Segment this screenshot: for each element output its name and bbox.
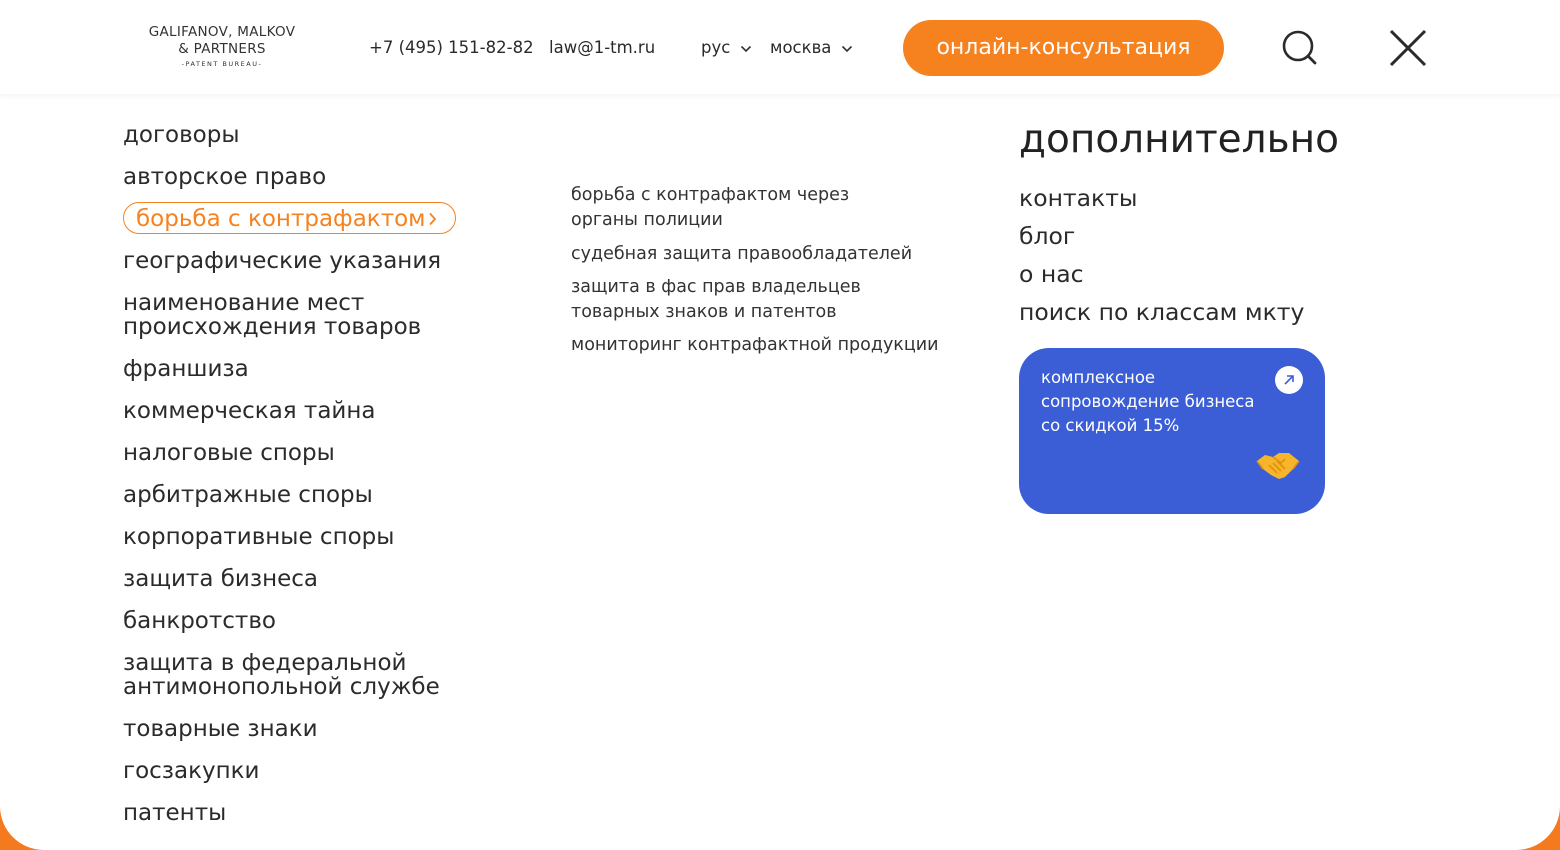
logo[interactable]: GALIFANOV, MALKOV & PARTNERS -PATENT BUR… bbox=[136, 24, 308, 69]
email-link[interactable]: law@1-tm.ru bbox=[549, 37, 655, 59]
arrow-up-right-icon bbox=[1275, 366, 1303, 394]
nav-item-patents[interactable]: патенты bbox=[123, 801, 226, 825]
extra-item-blog[interactable]: блог bbox=[1019, 222, 1075, 250]
online-consultation-button[interactable]: онлайн-консультация bbox=[903, 20, 1224, 76]
nav-item-label: борьба с контрафактом bbox=[136, 206, 426, 232]
submenu-item-court[interactable]: судебная защита правообладателей bbox=[571, 242, 951, 267]
submenu-item-monitoring[interactable]: мониторинг контрафактной продукции bbox=[571, 333, 951, 358]
chevron-right-icon bbox=[429, 212, 437, 226]
city-select[interactable]: москва bbox=[770, 37, 853, 59]
extra-item-mktu-search[interactable]: поиск по классам мкту bbox=[1019, 298, 1304, 326]
extra-title: дополнительно bbox=[1019, 117, 1339, 162]
nav-item-franchise[interactable]: франшиза bbox=[123, 357, 249, 381]
nav-item-copyright[interactable]: авторское право bbox=[123, 165, 326, 189]
chevron-down-icon bbox=[841, 45, 852, 52]
submenu-item-fas[interactable]: защита в фас прав владельцев товарных зн… bbox=[571, 275, 946, 325]
search-icon[interactable] bbox=[1281, 30, 1319, 72]
logo-line2: & PARTNERS bbox=[178, 41, 266, 57]
logo-line3: -PATENT BUREAU- bbox=[181, 60, 263, 68]
nav-item-arbitration[interactable]: арбитражные споры bbox=[123, 483, 373, 507]
nav-item-trademarks[interactable]: товарные знаки bbox=[123, 717, 318, 741]
site-header: GALIFANOV, MALKOV & PARTNERS -PATENT BUR… bbox=[0, 0, 1560, 94]
handshake-icon bbox=[1255, 447, 1301, 492]
nav-item-tax[interactable]: налоговые споры bbox=[123, 441, 335, 465]
close-icon[interactable] bbox=[1389, 29, 1427, 71]
nav-item-origin[interactable]: наименование мест происхождения товаров bbox=[123, 291, 443, 339]
nav-item-procurement[interactable]: госзакупки bbox=[123, 759, 260, 783]
nav-item-bankruptcy[interactable]: банкротство bbox=[123, 609, 276, 633]
city-value: москва bbox=[770, 38, 832, 57]
promo-card[interactable]: комплексное сопровождение бизнеса со ски… bbox=[1019, 348, 1325, 514]
nav-item-trade-secret[interactable]: коммерческая тайна bbox=[123, 399, 376, 423]
logo-line1: GALIFANOV, MALKOV bbox=[148, 24, 296, 40]
nav-item-antimonopoly[interactable]: защита в федеральной антимонопольной слу… bbox=[123, 651, 453, 699]
submenu-item-police[interactable]: борьба с контрафактом через органы полиц… bbox=[571, 183, 921, 233]
nav-item-contracts[interactable]: договоры bbox=[123, 123, 240, 147]
menu-panel: GALIFANOV, MALKOV & PARTNERS -PATENT BUR… bbox=[0, 0, 1560, 850]
nav-item-corporate[interactable]: корпоративные споры bbox=[123, 525, 394, 549]
nav-item-geographic[interactable]: географические указания bbox=[123, 249, 441, 273]
nav-item-counterfeit-active[interactable]: борьба с контрафактом bbox=[123, 202, 456, 234]
chevron-down-icon bbox=[740, 45, 751, 52]
extra-item-contacts[interactable]: контакты bbox=[1019, 184, 1137, 212]
language-select[interactable]: рус bbox=[701, 37, 752, 59]
extra-item-about[interactable]: о нас bbox=[1019, 260, 1084, 288]
nav-item-business-protection[interactable]: защита бизнеса bbox=[123, 567, 318, 591]
promo-text: комплексное сопровождение бизнеса со ски… bbox=[1041, 368, 1255, 435]
language-value: рус bbox=[701, 38, 731, 57]
phone-link[interactable]: +7 (495) 151-82-82 bbox=[369, 37, 534, 59]
